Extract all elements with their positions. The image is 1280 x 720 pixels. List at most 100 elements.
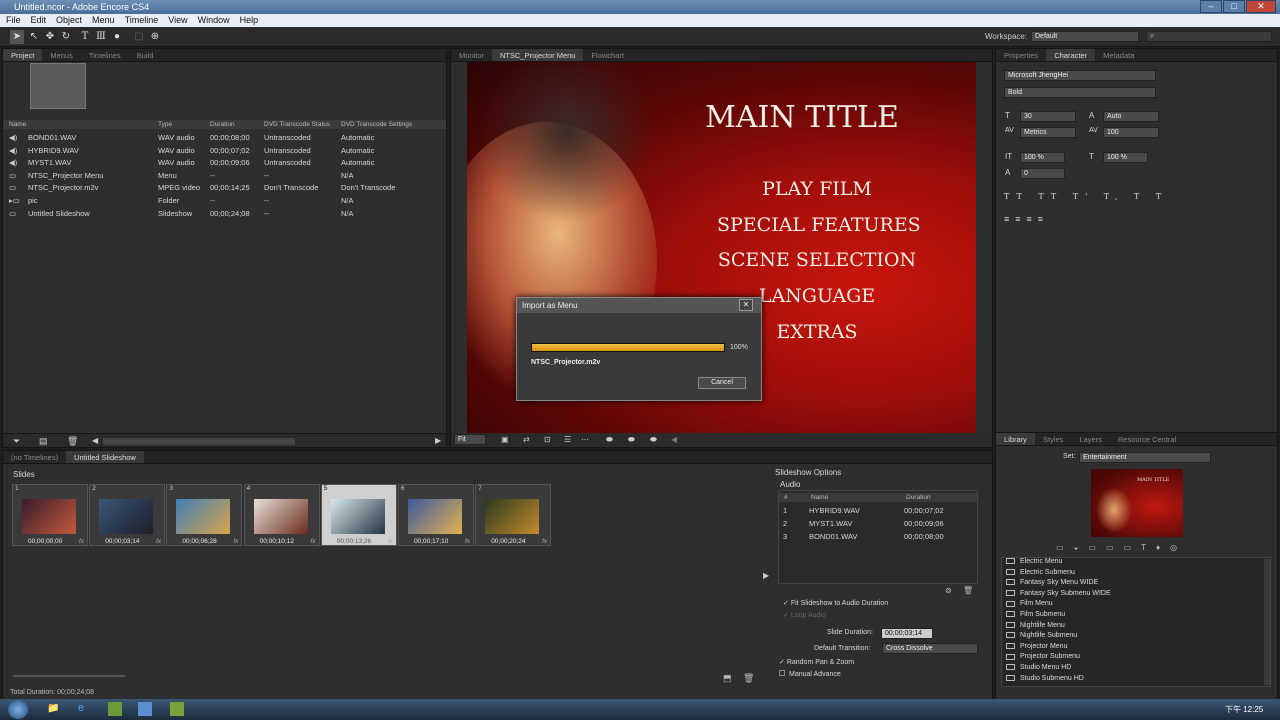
- zoom-tool-icon[interactable]: ●: [110, 30, 124, 44]
- scroll-right-icon[interactable]: ▶: [435, 436, 441, 445]
- alignment-buttons[interactable]: ≡≡≡≡: [1004, 214, 1049, 224]
- slide-duration-field[interactable]: 00;00;03;14: [881, 628, 933, 639]
- audio-row[interactable]: 2 MYST1.WAV 00;00;09;06: [779, 518, 977, 531]
- project-row[interactable]: ◀) MYST1.WAV WAV audio 00;00;09;06 Untransco…: [3, 157, 446, 170]
- vertical-scale-field[interactable]: 100 %: [1020, 152, 1065, 163]
- slide-thumbnail[interactable]: 3 00;00;06;28 fx: [166, 484, 243, 546]
- default-transition-select[interactable]: Cross Dissolve: [882, 643, 978, 654]
- new-item-icon[interactable]: ▤: [39, 436, 48, 447]
- menu-window[interactable]: Window: [198, 14, 230, 27]
- library-scrollbar[interactable]: [1264, 559, 1270, 685]
- random-pan-zoom-checkbox[interactable]: ✓ Random Pan & Zoom: [779, 658, 854, 666]
- library-item[interactable]: Studio Menu HD: [1006, 664, 1071, 671]
- grid-icon[interactable]: ☰: [564, 435, 571, 444]
- library-item[interactable]: Fantasy Sky Submenu WIDE: [1006, 590, 1111, 597]
- text-style-buttons[interactable]: TT TT T' T, T T: [1004, 192, 1168, 201]
- minimize-button[interactable]: –: [1200, 0, 1222, 13]
- loop-audio-checkbox[interactable]: ✓ Loop Audio: [783, 611, 826, 619]
- direct-select-icon[interactable]: ↖: [27, 30, 41, 44]
- slide-thumbnail[interactable]: 7 00;00;20;24 fx: [475, 484, 552, 546]
- tab-timelines[interactable]: Timelines: [81, 49, 129, 61]
- transition-icon[interactable]: fx: [233, 538, 238, 545]
- menu-button-special-features[interactable]: SPECIAL FEATURES: [717, 214, 921, 236]
- menu-button-play-film[interactable]: PLAY FILM: [717, 178, 917, 200]
- tab-library[interactable]: Library: [996, 433, 1035, 445]
- preview-icon[interactable]: ▢: [132, 30, 146, 44]
- library-item[interactable]: Nightlife Menu: [1006, 622, 1065, 629]
- col-settings[interactable]: DVD Transcode Settings: [341, 120, 412, 129]
- library-item[interactable]: Electric Submenu: [1006, 569, 1075, 576]
- tab-no-timelines[interactable]: (no Timelines): [3, 451, 66, 463]
- app-icon-1[interactable]: [108, 702, 122, 716]
- slide-thumbnail[interactable]: 1 00;00;00;00 fx: [12, 484, 88, 546]
- close-button[interactable]: ✕: [1246, 0, 1276, 13]
- tab-layers[interactable]: Layers: [1071, 433, 1110, 445]
- dialog-close-icon[interactable]: ✕: [739, 299, 753, 311]
- fit-to-audio-checkbox[interactable]: ✓ Fit Slideshow to Audio Duration: [783, 599, 888, 607]
- route-icon[interactable]: ⇄: [523, 435, 530, 444]
- library-item[interactable]: Fantasy Sky Menu WIDE: [1006, 579, 1098, 586]
- app-icon-3[interactable]: [170, 702, 184, 716]
- tab-menus[interactable]: Menus: [42, 49, 81, 61]
- menu-edit[interactable]: Edit: [31, 14, 47, 27]
- new-slide-icon[interactable]: ⬒: [723, 673, 732, 684]
- tab-metadata[interactable]: Metadata: [1095, 49, 1142, 61]
- tab-untitled-slideshow[interactable]: Untitled Slideshow: [66, 451, 144, 463]
- project-row[interactable]: ▭ Untitled Slideshow Slideshow 00;00;24;08 -…: [3, 208, 446, 221]
- transition-icon[interactable]: fx: [311, 538, 316, 545]
- workspace-select[interactable]: Default: [1031, 31, 1139, 42]
- tab-character[interactable]: Character: [1046, 49, 1096, 61]
- tab-resource-central[interactable]: Resource Central: [1110, 433, 1184, 445]
- tab-projector-menu[interactable]: NTSC_Projector Menu: [492, 49, 584, 61]
- distribute-icon[interactable]: ⬬: [628, 435, 635, 445]
- kerning-field[interactable]: Metrics: [1020, 127, 1076, 138]
- tracking-field[interactable]: 100: [1103, 127, 1159, 138]
- move-tool-icon[interactable]: ✥: [43, 30, 57, 44]
- scroll-left-icon[interactable]: ◀: [671, 435, 677, 444]
- project-row[interactable]: ▸▭ pic Folder -- -- N/A: [3, 195, 446, 208]
- col-duration[interactable]: Duration: [210, 120, 235, 129]
- explorer-icon[interactable]: 📁: [47, 703, 59, 714]
- library-item[interactable]: Projector Submenu: [1006, 653, 1080, 660]
- transition-icon[interactable]: fx: [542, 538, 547, 545]
- add-audio-icon[interactable]: ⊚: [945, 586, 952, 595]
- slide-thumbnail[interactable]: 5 00;00;13;26 fx: [320, 484, 397, 546]
- transition-icon[interactable]: fx: [388, 538, 393, 545]
- baseline-shift-field[interactable]: 0: [1020, 168, 1065, 179]
- slide-thumbnail[interactable]: 6 00;00;17;10 fx: [398, 484, 474, 546]
- transition-icon[interactable]: fx: [79, 538, 84, 545]
- menu-help[interactable]: Help: [240, 14, 259, 27]
- library-item[interactable]: Electric Menu: [1006, 558, 1062, 565]
- selection-tool-icon[interactable]: ➤: [10, 30, 24, 44]
- project-row[interactable]: ◀) HYBRID9.WAV WAV audio 00;00;07;02 Untrans…: [3, 145, 446, 158]
- tab-properties[interactable]: Properties: [996, 49, 1046, 61]
- col-name[interactable]: Name: [9, 120, 26, 129]
- collapse-options-icon[interactable]: ▶: [763, 571, 769, 580]
- project-row[interactable]: ▭ NTSC_Projector Menu Menu -- -- N/A: [3, 170, 446, 183]
- menu-object[interactable]: Object: [56, 14, 82, 27]
- arrange-icon[interactable]: ⬬: [650, 435, 657, 445]
- search-input[interactable]: [1146, 31, 1272, 42]
- font-size-field[interactable]: 30: [1020, 111, 1076, 122]
- leading-field[interactable]: Auto: [1103, 111, 1159, 122]
- menu-view[interactable]: View: [168, 14, 187, 27]
- button-routing-icon[interactable]: ⋯: [581, 435, 589, 444]
- zoom-slider[interactable]: [13, 675, 125, 677]
- horizontal-scale-field[interactable]: 100 %: [1103, 152, 1148, 163]
- tab-build[interactable]: Build: [129, 49, 162, 61]
- menu-main-title[interactable]: MAIN TITLE: [702, 100, 902, 135]
- scroll-left-icon[interactable]: ◀: [92, 436, 98, 445]
- delete-slide-icon[interactable]: 🗑: [743, 673, 754, 684]
- cancel-button[interactable]: Cancel: [698, 377, 746, 389]
- trash-icon[interactable]: 🗑: [67, 436, 78, 447]
- tab-styles[interactable]: Styles: [1035, 433, 1071, 445]
- audio-row[interactable]: 1 HYBRID9.WAV 00;00;07;02: [779, 505, 977, 518]
- horizontal-scrollbar[interactable]: [103, 438, 295, 445]
- rotate-tool-icon[interactable]: ↻: [59, 30, 73, 44]
- remove-audio-icon[interactable]: 🗑: [963, 586, 973, 595]
- filter-icon[interactable]: ⏷: [13, 436, 20, 447]
- maximize-button[interactable]: □: [1223, 0, 1245, 13]
- audio-row[interactable]: 3 BOND01.WAV 00;00;08;00: [779, 531, 977, 544]
- library-item[interactable]: Film Menu: [1006, 600, 1053, 607]
- set-select[interactable]: Entertainment: [1079, 452, 1211, 463]
